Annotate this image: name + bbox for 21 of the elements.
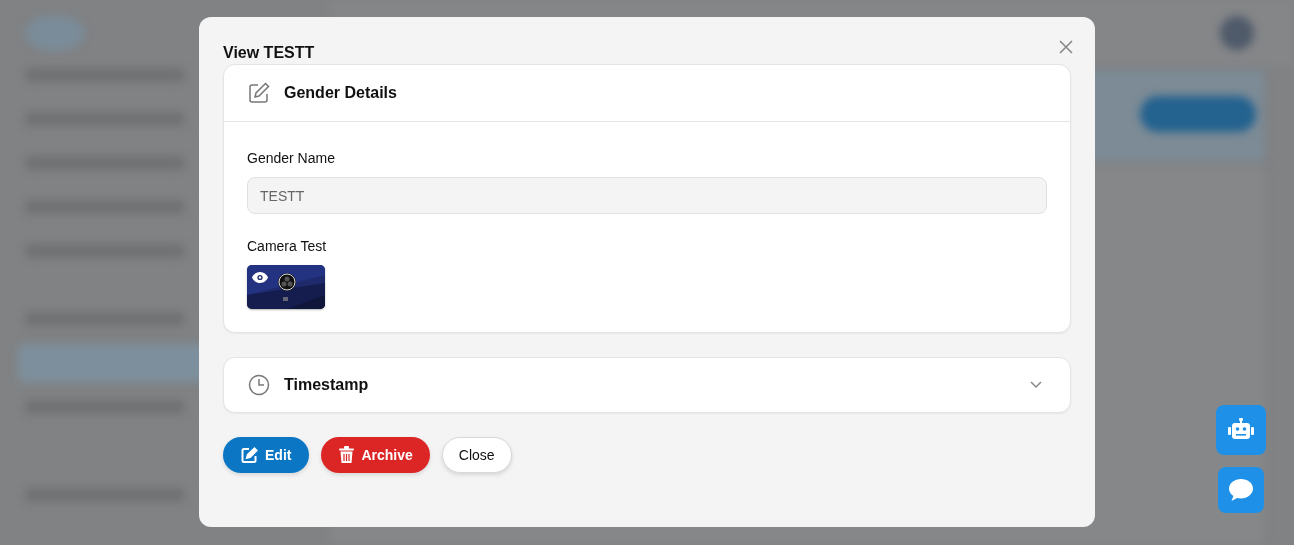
pencil-square-icon xyxy=(241,446,258,464)
timestamp-card[interactable]: Timestamp xyxy=(223,357,1071,413)
card-title: Gender Details xyxy=(284,84,397,102)
chevron-down-icon xyxy=(1030,381,1042,389)
field-label: Gender Name xyxy=(247,150,336,166)
text-field[interactable]: TESTT xyxy=(247,177,1047,214)
trash-icon xyxy=(339,446,355,464)
card-title: Timestamp xyxy=(284,376,369,394)
robot-icon xyxy=(1227,418,1255,442)
close-button[interactable] xyxy=(1057,38,1075,56)
field-label: Camera Test xyxy=(247,238,328,254)
edit-button[interactable]: Edit xyxy=(223,437,310,473)
clock-icon xyxy=(248,374,270,396)
close-button[interactable]: Close xyxy=(441,437,512,473)
dialog-title: View TESTT xyxy=(223,44,315,62)
chat-button[interactable] xyxy=(1218,467,1264,513)
archive-button[interactable]: Archive xyxy=(321,437,430,473)
chatbot-button[interactable] xyxy=(1216,405,1266,455)
pencil-square-icon xyxy=(248,82,270,104)
eye-icon[interactable] xyxy=(252,272,268,283)
chat-bubble-icon xyxy=(1228,478,1254,502)
